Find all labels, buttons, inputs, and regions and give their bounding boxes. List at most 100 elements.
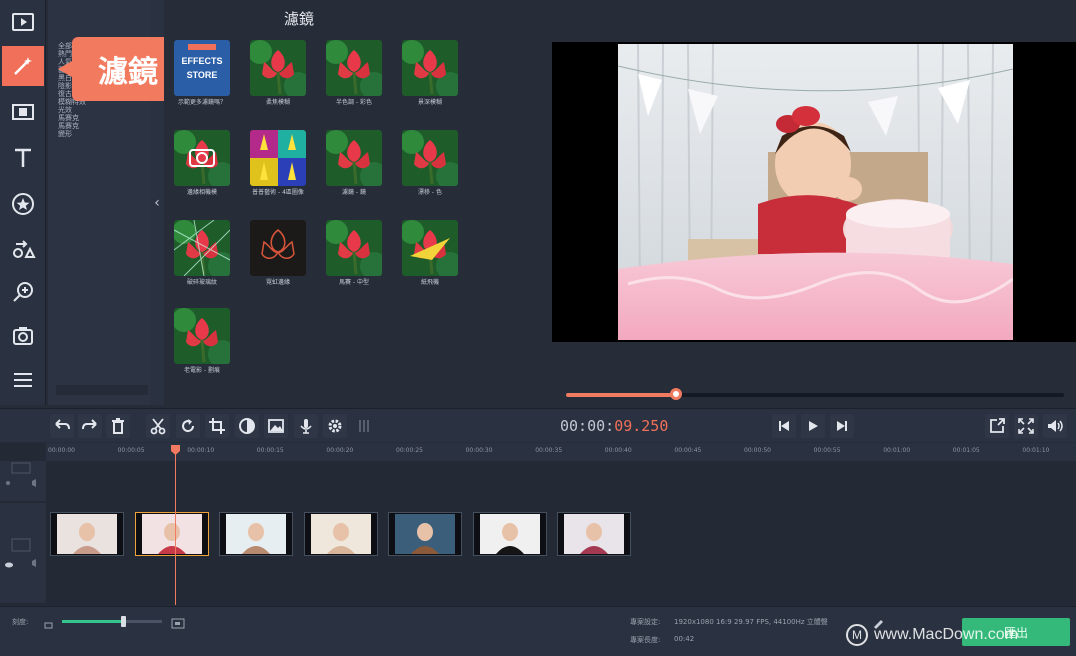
chevron-left-icon: ‹ (154, 194, 160, 211)
play-icon (809, 421, 818, 431)
magic-wand-icon (14, 57, 32, 75)
crop-button[interactable] (205, 414, 229, 438)
ruler-tick-label: 00:00:15 (256, 447, 284, 454)
filters-tool-button[interactable] (2, 46, 44, 86)
ruler-tick-label: 00:00:10 (187, 447, 215, 454)
filter-label: 老電影 - 劃痕 (184, 367, 220, 374)
redo-button[interactable] (78, 414, 102, 438)
overlay-track-header (0, 461, 46, 501)
previous-frame-button[interactable] (772, 414, 796, 438)
filter-thumbnail[interactable] (250, 130, 306, 186)
filter-thumbnail[interactable] (326, 40, 382, 96)
ruler-tick-label: 00:00:40 (604, 447, 632, 454)
trash-icon (112, 418, 124, 434)
video-clip[interactable] (50, 512, 124, 556)
audio-levels-button[interactable] (352, 414, 376, 438)
fullscreen-button[interactable] (1014, 414, 1038, 438)
delete-button[interactable] (106, 414, 130, 438)
callouts-tool-button[interactable] (2, 228, 44, 268)
shapes-icon (13, 240, 36, 258)
ruler-tick-label: 00:01:10 (1022, 447, 1050, 454)
external-window-icon (990, 418, 1005, 433)
speaker-icon (1048, 420, 1063, 432)
video-clip[interactable] (219, 512, 293, 556)
detach-preview-button[interactable] (985, 414, 1009, 438)
text-t-icon (15, 148, 31, 167)
ruler-tick-label: 00:00:45 (674, 447, 702, 454)
category-item[interactable]: 變形 (58, 130, 138, 138)
playback-progress-fill (566, 393, 676, 397)
ruler-tick-label: 00:00:35 (535, 447, 563, 454)
more-tools-button[interactable] (2, 360, 44, 400)
skip-back-icon (779, 421, 789, 431)
crop-icon (209, 418, 225, 434)
filter-label: 普普藝術 - 4區圖像 (252, 189, 304, 196)
image-button[interactable] (264, 414, 288, 438)
playback-scrubber[interactable] (670, 388, 682, 400)
stickers-tool-button[interactable] (2, 184, 44, 224)
undo-icon (55, 419, 70, 430)
filter-thumbnail[interactable] (174, 308, 230, 364)
equalizer-icon (359, 420, 369, 432)
zoom-in-icon (13, 282, 33, 302)
timecode-main: 00:00: (560, 417, 615, 435)
undo-button[interactable] (50, 414, 74, 438)
filter-thumbnail[interactable] (402, 220, 458, 276)
category-item[interactable]: 光效 (58, 106, 138, 114)
rotate-button[interactable] (176, 414, 200, 438)
zoom-out-icon[interactable] (44, 615, 54, 629)
filter-thumbnail[interactable] (174, 220, 230, 276)
filter-label: 馬賽 - 中型 (339, 279, 369, 286)
filter-thumbnail[interactable] (326, 130, 382, 186)
filter-thumbnail[interactable] (250, 40, 306, 96)
category-item[interactable]: 馬賽克 (58, 114, 138, 122)
import-tool-button[interactable] (2, 2, 44, 42)
ruler-tick-label: 00:00:05 (117, 447, 145, 454)
tool-rail (0, 0, 46, 405)
play-button[interactable] (801, 414, 825, 438)
filter-thumbnail[interactable] (402, 40, 458, 96)
filter-thumbnail[interactable] (326, 220, 382, 276)
timeline-zoom-fill (62, 620, 124, 623)
filter-thumbnail[interactable] (250, 220, 306, 276)
volume-button[interactable] (1043, 414, 1067, 438)
baby-birthday-image (618, 44, 1013, 340)
transition-icon (12, 104, 34, 120)
video-track-header (0, 503, 46, 603)
zoom-in-icon[interactable] (171, 615, 185, 629)
filter-label: 邊緣相機模 (186, 189, 217, 196)
color-adjust-button[interactable] (235, 414, 259, 438)
category-scrollbar[interactable] (56, 385, 148, 395)
project-length-label: 專案長度: (630, 636, 661, 644)
record-tool-button[interactable] (2, 316, 44, 356)
filter-label: 景深模糊 (417, 99, 442, 106)
video-clip[interactable] (303, 512, 378, 556)
transitions-tool-button[interactable] (2, 92, 44, 132)
video-clip[interactable] (134, 512, 209, 556)
video-clip[interactable] (388, 512, 462, 556)
ruler-tick-label: 00:00:30 (465, 447, 493, 454)
ruler-tick-label: 00:00:25 (396, 447, 423, 454)
zoom-tool-button[interactable] (2, 272, 44, 312)
video-clip[interactable] (557, 512, 631, 556)
category-item[interactable]: 馬賽克 (58, 122, 138, 130)
split-button[interactable] (146, 414, 170, 438)
filter-label: 紙飛機 (420, 279, 439, 286)
filter-thumbnail[interactable]: EFFECTS STORE (174, 40, 230, 96)
next-frame-button[interactable] (830, 414, 854, 438)
filter-label: 柔焦模糊 (265, 99, 290, 106)
watermark: M www.MacDown.com (846, 624, 1018, 646)
clip-properties-button[interactable] (323, 414, 347, 438)
microphone-icon (300, 419, 312, 434)
video-clip[interactable] (472, 512, 547, 556)
svg-text:STORE: STORE (187, 70, 218, 80)
filter-thumbnail[interactable] (402, 130, 458, 186)
list-menu-icon (14, 373, 32, 387)
filter-thumbnail[interactable] (174, 130, 230, 186)
zoom-label: 刻度: (12, 618, 29, 626)
titles-tool-button[interactable] (2, 138, 44, 178)
timecode-display: 00:00:09.250 (560, 417, 668, 435)
zoom-slider-handle[interactable] (121, 616, 126, 627)
audio-record-button[interactable] (294, 414, 318, 438)
rotate-icon (182, 419, 195, 433)
